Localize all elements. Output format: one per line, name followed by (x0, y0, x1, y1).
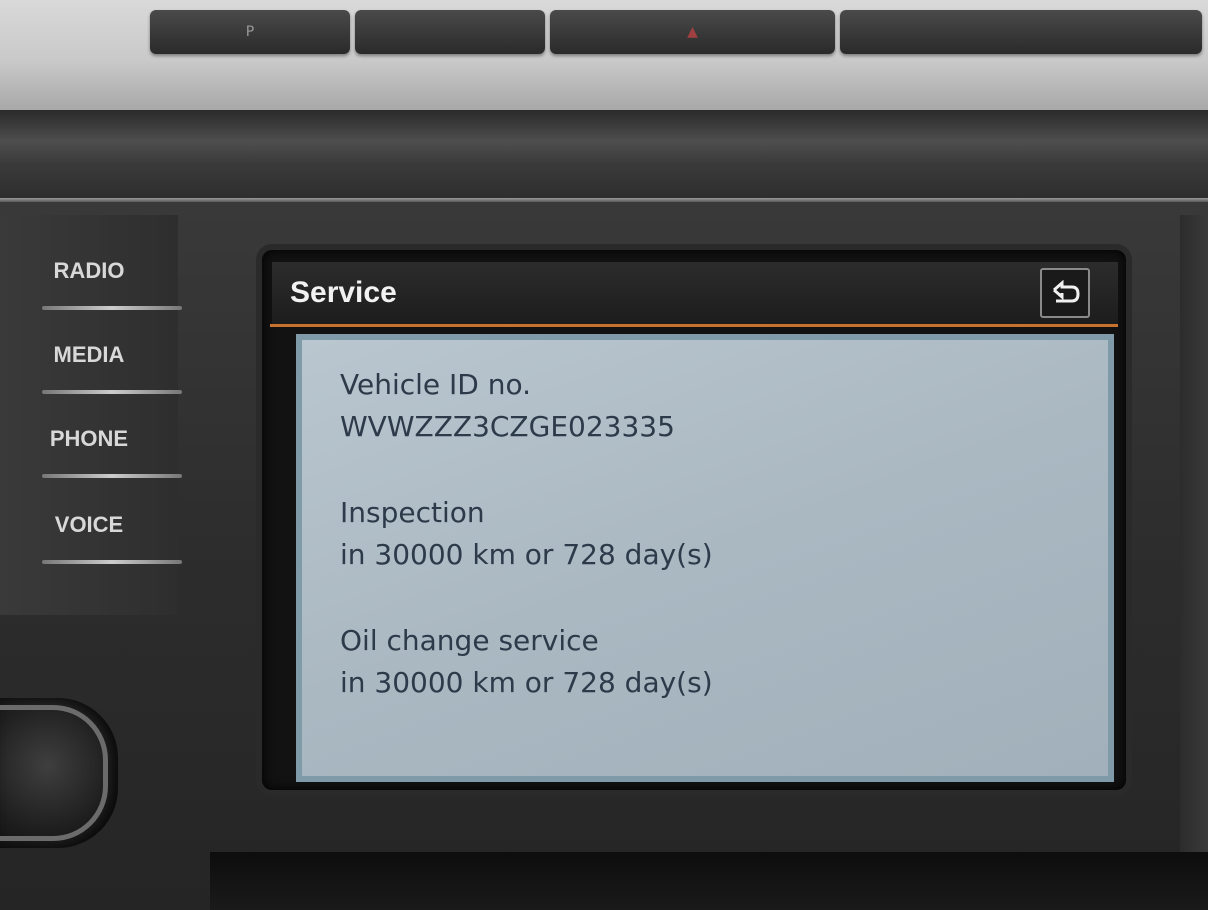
radio-button[interactable]: RADIO (14, 232, 182, 310)
oil-change-label: Oil change service (340, 624, 599, 657)
service-info-content: Vehicle ID no. WVWZZZ3CZGE023335 Inspect… (340, 364, 1080, 704)
chrome-line (0, 198, 1208, 202)
voice-button-label: VOICE (54, 512, 124, 537)
media-button[interactable]: MEDIA (14, 316, 182, 394)
inspection-label: Inspection (340, 496, 485, 529)
right-trim (1180, 215, 1208, 855)
radio-button-label: RADIO (53, 258, 125, 283)
park-assist-button[interactable]: P (150, 10, 350, 54)
back-button[interactable] (1040, 268, 1090, 318)
header-accent-line (270, 324, 1118, 327)
inspection-value: in 30000 km or 728 day(s) (340, 538, 713, 571)
vehicle-id-value: WVWZZZ3CZGE023335 (340, 410, 675, 443)
seat-heat-button[interactable] (840, 10, 1202, 54)
back-arrow-icon (1053, 280, 1080, 303)
phone-button[interactable]: PHONE (14, 400, 182, 478)
hazard-icon: ▲ (687, 24, 698, 40)
phone-button-label: PHONE (49, 426, 129, 451)
vehicle-id-label: Vehicle ID no. (340, 368, 532, 401)
voice-button[interactable]: VOICE (14, 486, 182, 564)
hazard-button[interactable]: ▲ (550, 10, 835, 54)
park-assist-label: P (245, 24, 255, 40)
bottom-slot (210, 852, 1208, 910)
trim-strip (0, 110, 1208, 200)
oil-change-value: in 30000 km or 728 day(s) (340, 666, 713, 699)
climate-button[interactable] (355, 10, 545, 54)
page-title: Service (290, 276, 397, 309)
header-bar (272, 262, 1118, 326)
knob-ring (0, 705, 108, 841)
media-button-label: MEDIA (53, 342, 125, 367)
